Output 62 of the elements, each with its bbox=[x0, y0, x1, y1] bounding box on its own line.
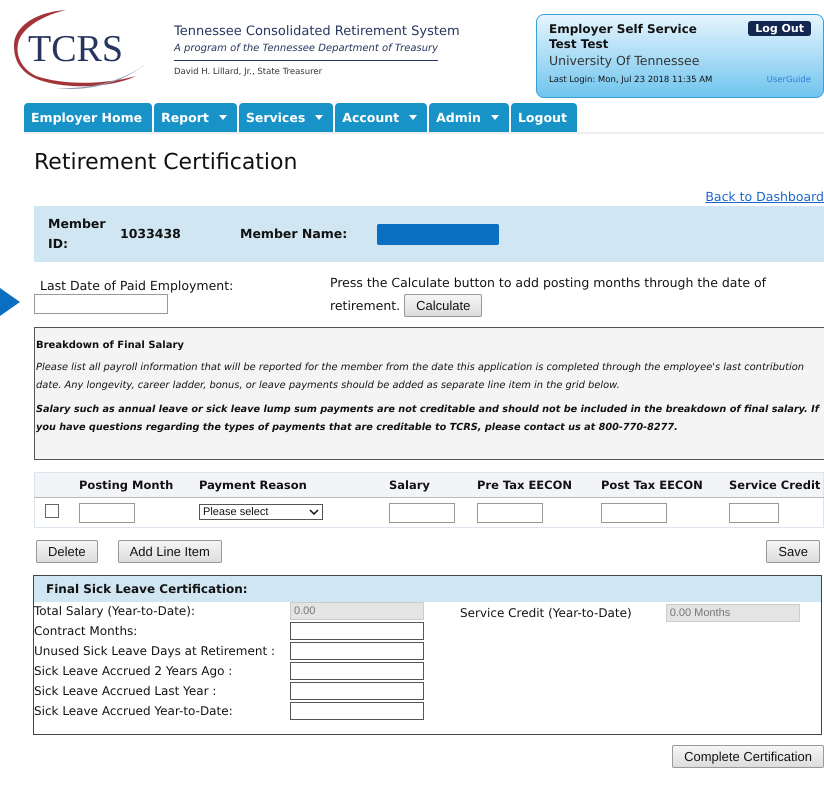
field-label: Sick Leave Accrued 2 Years Ago : bbox=[34, 664, 234, 678]
row-checkbox[interactable] bbox=[45, 504, 59, 518]
column-header: Salary bbox=[389, 472, 477, 498]
page-title: Retirement Certification bbox=[34, 150, 298, 175]
nav-tab[interactable]: Account bbox=[335, 103, 428, 132]
input-field[interactable] bbox=[290, 662, 424, 680]
panel-title: Employer Self Service bbox=[549, 22, 697, 36]
field-label: Sick Leave Accrued Last Year : bbox=[34, 684, 218, 698]
input-field[interactable] bbox=[290, 642, 424, 660]
complete-button[interactable]: Complete Certification bbox=[672, 744, 824, 768]
nav-tab[interactable]: Logout bbox=[510, 103, 577, 132]
field-label: Total Salary (Year-to-Date): bbox=[34, 604, 196, 618]
save-button[interactable]: Save bbox=[766, 540, 820, 562]
nav-tab[interactable]: Services bbox=[238, 103, 334, 132]
section-title: Final Sick Leave Certification: bbox=[34, 576, 821, 602]
input-field[interactable] bbox=[290, 622, 424, 640]
column-header: Posting Month bbox=[79, 472, 199, 498]
column-header: Pre Tax EECON bbox=[477, 472, 601, 498]
nav-tab[interactable]: Employer Home bbox=[24, 103, 152, 132]
delete-button[interactable]: Delete bbox=[36, 540, 98, 562]
chevron-icon bbox=[309, 509, 319, 516]
treasurer-line: David H. Lillard, Jr., State Treasurer bbox=[174, 67, 324, 77]
field-label: Sick Leave Accrued Year-to-Date: bbox=[34, 704, 234, 718]
readonly-field: 0.00 bbox=[290, 602, 424, 620]
input-field[interactable] bbox=[290, 702, 424, 720]
user-name: Test Test bbox=[549, 36, 610, 52]
member-name-label: Member Name: bbox=[240, 225, 348, 243]
org-name: Tennessee Consolidated Retirement System bbox=[174, 24, 461, 39]
calculate-button[interactable]: Calculate bbox=[404, 294, 482, 317]
salary-field[interactable] bbox=[389, 502, 455, 522]
nav-tab[interactable]: Report bbox=[154, 103, 237, 132]
back-link[interactable]: Back to Dashboard bbox=[705, 189, 824, 204]
logout-button[interactable]: Log Out bbox=[748, 21, 811, 36]
readonly-field: 0.00 Months bbox=[666, 604, 800, 622]
member-id-label: Member ID: bbox=[48, 215, 107, 253]
posting-month-field[interactable] bbox=[79, 502, 135, 522]
nav-tab[interactable]: Admin bbox=[429, 103, 509, 132]
section-title: Breakdown of Final Salary bbox=[36, 340, 185, 351]
org-subtitle: A program of the Tennessee Department of Treasury bbox=[174, 43, 438, 61]
instruction-paragraph: Please list all payroll information that will be reported for the member from the date this application is completed through the employee's last contribution date. Any longevity, career ladder, bonus, or leave payments should be added as separate line item in the grid below. bbox=[36, 361, 806, 393]
date-field[interactable] bbox=[34, 294, 168, 314]
warning-paragraph: Salary such as annual leave or sick leave lump sum payments are not creditable and should not be included in the breakdown of final salary. If you have questions regarding the types of payments that are creditable to TCRS, please contact us at 800-770-8277. bbox=[36, 403, 821, 435]
field-label: Service Credit (Year-to-Date) bbox=[460, 606, 632, 620]
add-line-button[interactable]: Add Line Item bbox=[118, 540, 222, 562]
member-id-value: 1033438 bbox=[120, 225, 182, 243]
field-label: Unused Sick Leave Days at Retirement : bbox=[34, 644, 276, 658]
post-tax-field[interactable] bbox=[601, 502, 667, 522]
logo-text: TCRS bbox=[28, 32, 124, 66]
service-credit-field[interactable] bbox=[729, 502, 779, 522]
field-label: Contract Months: bbox=[34, 624, 138, 638]
pre-tax-field[interactable] bbox=[477, 502, 543, 522]
arrow-icon bbox=[0, 288, 20, 316]
organization-name: University Of Tennessee bbox=[549, 52, 700, 70]
instruction-text: retirement. bbox=[330, 296, 400, 314]
input-field[interactable] bbox=[290, 682, 424, 700]
column-header: Post Tax EECON bbox=[601, 472, 729, 498]
payment-reason-select[interactable]: Please select bbox=[199, 504, 323, 520]
field-label: Last Date of Paid Employment: bbox=[40, 278, 234, 293]
column-header: Payment Reason bbox=[199, 472, 389, 498]
column-header: Service Credit bbox=[729, 472, 824, 498]
last-login: Last Login: Mon, Jul 23 2018 11:35 AM bbox=[549, 75, 712, 85]
instruction-text: Press the Calculate button to add posting months through the date of bbox=[330, 274, 766, 292]
